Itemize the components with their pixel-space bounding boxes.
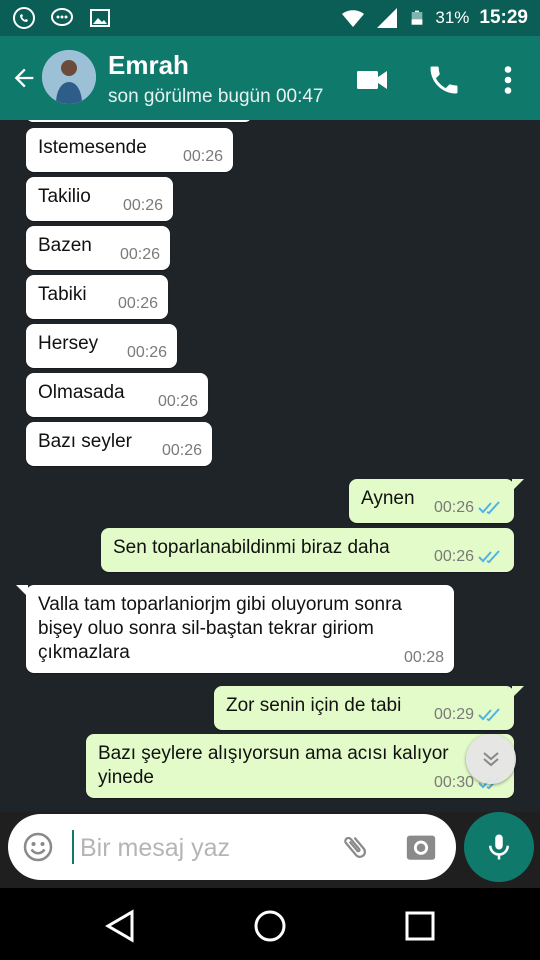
message-text: Aynen [361,488,415,509]
image-icon [90,9,110,27]
last-seen-status: son görülme bugün 00:47 [108,86,324,107]
message-time: 00:26 [161,442,202,459]
message-text: Istemesende [38,137,147,158]
message-bubble-outgoing[interactable]: Bazı şeylere alışıyorsun ama acısı kalıy… [86,734,514,798]
message-composer: Bir mesaj yaz [8,814,456,880]
message-bubble-incoming[interactable]: Istemesende 00:26 [26,128,233,172]
message-text: Sen toparlanabildinmi biraz daha [113,537,390,558]
chat-header: Emrah son görülme bugün 00:47 [0,36,540,120]
message-text: Bazen [38,235,92,256]
read-ticks-icon [478,550,500,564]
read-ticks-icon [478,501,500,515]
signal-icon [377,8,398,28]
system-nav-bar [0,888,540,960]
message-list[interactable]: Istemesende 00:26 Takilio 00:26 Bazen 00… [0,120,540,812]
battery-percent: 31% [435,8,470,27]
message-text: Valla tam toparlaniorjm gibi oluyorum so… [38,594,402,663]
wifi-icon [342,10,365,27]
message-text: Tabiki [38,284,87,305]
bubble-tail [512,479,524,491]
message-text: Bazı seyler [38,431,132,452]
text-caret [72,830,74,864]
message-time: 00:26 [157,393,198,410]
message-bubble-partial [26,120,252,122]
message-time: 00:26 [433,499,474,516]
message-text: Bazı şeylere alışıyorsun ama acısı kalıy… [98,743,449,788]
message-bubble-incoming[interactable]: Bazı seyler 00:26 [26,422,212,466]
clock: 15:29 [479,7,528,28]
message-time: 00:26 [122,197,163,214]
message-text: Takilio [38,186,91,207]
voice-message-button[interactable] [464,812,534,882]
attach-icon[interactable] [340,832,370,862]
message-time: 00:26 [182,148,223,165]
scroll-to-bottom-button[interactable] [466,734,516,784]
message-bubble-incoming[interactable]: Olmasada 00:26 [26,373,208,417]
emoji-icon[interactable] [22,831,54,863]
message-time: 00:28 [403,649,444,666]
message-time: 00:30 [433,774,474,791]
phone-icon[interactable] [426,62,462,98]
nav-home-icon[interactable] [250,906,290,946]
avatar[interactable] [42,50,96,104]
message-bubble-outgoing[interactable]: Aynen 00:26 [349,479,514,523]
message-text: Zor senin için de tabi [226,695,402,716]
nav-recents-icon[interactable] [400,906,440,946]
message-time: 00:26 [126,344,167,361]
nav-back-icon[interactable] [100,906,140,946]
battery-icon [412,10,423,25]
message-bubble-incoming[interactable]: Valla tam toparlaniorjm gibi oluyorum so… [26,585,454,673]
message-time: 00:26 [117,295,158,312]
message-text: Hersey [38,333,99,354]
video-call-icon[interactable] [354,62,390,98]
message-time: 00:29 [433,706,474,723]
message-bubble-incoming[interactable]: Takilio 00:26 [26,177,173,221]
more-vert-icon[interactable] [490,62,526,98]
message-text: Olmasada [38,382,125,403]
message-bubble-incoming[interactable]: Bazen 00:26 [26,226,170,270]
read-ticks-icon [478,708,500,722]
whatsapp-icon [13,7,35,29]
message-bubble-outgoing[interactable]: Sen toparlanabildinmi biraz daha 00:26 [101,528,514,572]
back-arrow-icon[interactable] [10,64,38,92]
message-time: 00:26 [433,548,474,565]
message-bubble-incoming[interactable]: Hersey 00:26 [26,324,177,368]
contact-name[interactable]: Emrah [108,50,189,81]
mic-icon [489,834,509,860]
message-bubble-incoming[interactable]: Tabiki 00:26 [26,275,168,319]
status-bar: 31% 15:29 [0,0,540,36]
camera-icon[interactable] [404,830,438,864]
chevron-double-down-icon [483,752,499,767]
chat-icon [51,8,73,26]
message-input[interactable]: Bir mesaj yaz [80,834,230,863]
message-bubble-outgoing[interactable]: Zor senin için de tabi 00:29 [214,686,514,730]
message-time: 00:26 [119,246,160,263]
